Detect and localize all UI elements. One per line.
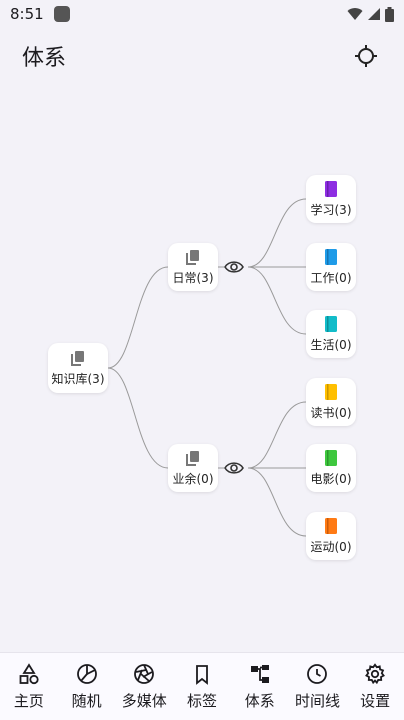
notification-app-icon	[53, 6, 70, 22]
nav-label: 随机	[71, 691, 102, 710]
aperture-icon	[134, 663, 155, 684]
tree-node-group-daily[interactable]: 日常(3)	[168, 243, 218, 291]
nav-label: 标签	[187, 691, 218, 710]
node-label: 学习(3)	[310, 202, 352, 217]
book-icon	[325, 517, 337, 534]
battery-icon	[385, 6, 394, 22]
book-icon	[325, 180, 337, 197]
tree-node-reading[interactable]: 读书(0)	[306, 378, 356, 426]
book-icon	[325, 449, 337, 466]
book-icon	[325, 248, 337, 265]
nav-label: 体系	[244, 691, 275, 710]
tree-node-group-leisure[interactable]: 业余(0)	[168, 444, 218, 492]
nav-label: 多媒体	[121, 691, 167, 710]
status-bar: 8:51	[0, 0, 404, 28]
nav-label: 设置	[360, 691, 391, 710]
node-label: 读书(0)	[310, 405, 352, 420]
random-icon	[76, 663, 97, 684]
tree-node-study[interactable]: 学习(3)	[306, 175, 356, 223]
hierarchy-icon	[250, 664, 269, 683]
node-label: 生活(0)	[310, 337, 352, 352]
status-time: 8:51	[10, 5, 44, 23]
book-icon	[325, 315, 337, 332]
node-label: 知识库(3)	[51, 371, 105, 386]
cellular-signal-icon	[368, 8, 380, 20]
stack-icon	[186, 450, 199, 466]
tree-node-life[interactable]: 生活(0)	[306, 310, 356, 358]
clock-icon	[307, 663, 328, 684]
tree-node-work[interactable]: 工作(0)	[306, 243, 356, 291]
node-label: 业余(0)	[172, 471, 214, 486]
nav-item-multimedia[interactable]: 多媒体	[115, 653, 173, 720]
nav-label: 主页	[13, 691, 44, 710]
node-label: 工作(0)	[310, 270, 352, 285]
bookmark-icon	[196, 664, 208, 685]
nav-item-settings[interactable]: 设置	[346, 653, 404, 720]
gear-icon	[365, 662, 386, 684]
node-label: 日常(3)	[172, 270, 214, 285]
stack-icon	[186, 249, 199, 265]
nav-item-timeline[interactable]: 时间线	[289, 653, 347, 720]
nav-label: 时间线	[294, 691, 340, 710]
tree-node-sports[interactable]: 运动(0)	[306, 512, 356, 560]
book-icon	[325, 383, 337, 400]
nav-item-hierarchy[interactable]: 体系	[231, 653, 289, 720]
page-title: 体系	[22, 46, 67, 71]
nav-item-random[interactable]: 随机	[58, 653, 116, 720]
locate-button[interactable]	[350, 40, 382, 72]
hierarchy-tree: 知识库(3) 日常(3) 学习(3) 工作(0) 生活(0) 业余(0) 读书(…	[0, 84, 404, 652]
eye-icon[interactable]	[224, 260, 244, 274]
shapes-icon	[19, 662, 39, 684]
status-indicators	[347, 6, 394, 22]
tree-node-root[interactable]: 知识库(3)	[48, 343, 108, 393]
eye-icon[interactable]	[224, 461, 244, 475]
bottom-navigation: 主页 随机 多媒体 标签 体系 时间线 设置	[0, 652, 404, 720]
wifi-icon	[347, 8, 363, 20]
node-label: 电影(0)	[310, 471, 352, 486]
nav-item-tags[interactable]: 标签	[173, 653, 231, 720]
tree-node-movie[interactable]: 电影(0)	[306, 444, 356, 492]
stack-icon	[71, 350, 84, 366]
crosshair-icon	[355, 45, 377, 67]
node-label: 运动(0)	[310, 539, 352, 554]
nav-item-home[interactable]: 主页	[0, 653, 58, 720]
app-bar: 体系	[0, 28, 404, 84]
